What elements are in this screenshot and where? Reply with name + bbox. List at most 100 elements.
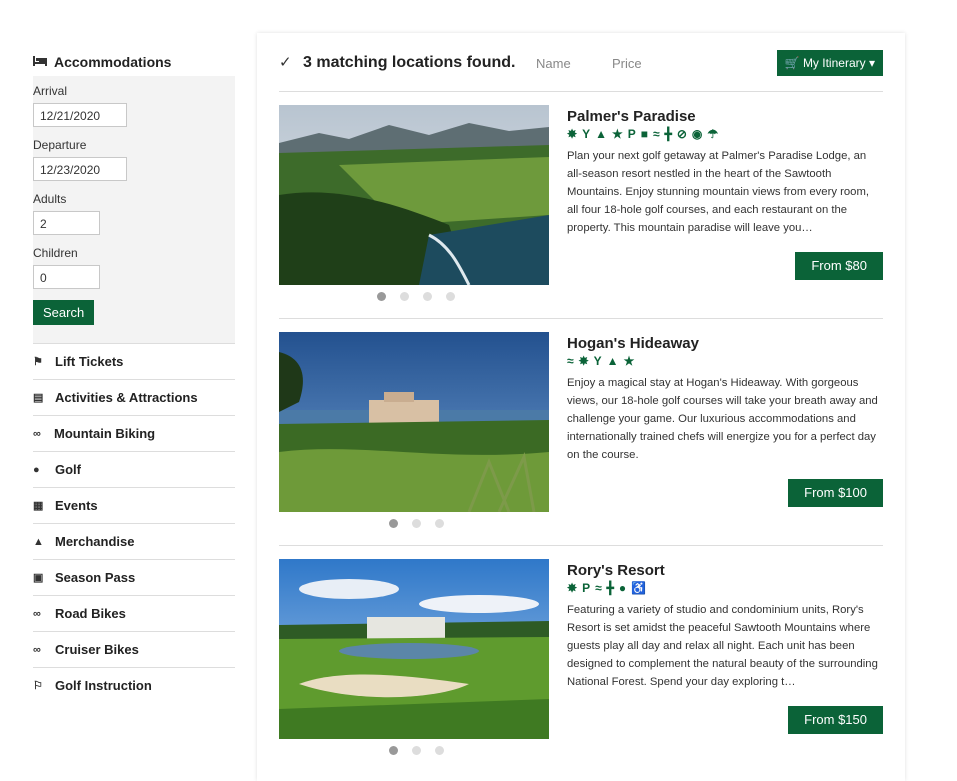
carousel-dot[interactable] [423,292,432,301]
carousel-dot[interactable] [435,519,444,528]
nav-item-label: Cruiser Bikes [55,642,139,657]
resort-photo[interactable] [279,332,549,512]
carousel-dot[interactable] [400,292,409,301]
search-button[interactable]: Search [33,300,95,325]
nav-item-merchandise[interactable]: ▲ Merchandise [33,523,235,559]
price-button[interactable]: From $80 [795,252,883,280]
result-info: Rory's Resort ✸ P ≈ ╋ ● ♿ Featuring a va… [567,559,883,691]
price-button[interactable]: From $150 [788,706,883,734]
shopping-bag-icon: ▲ [33,535,44,548]
resort-photo[interactable] [279,105,549,285]
beach-icon: ☂ [707,127,719,141]
amenity-icons: ≈ ✸ Y ▲ ★ [567,354,883,370]
carousel-dot[interactable] [389,746,398,755]
adults-input[interactable]: 2 [33,211,100,235]
wifi-icon: ≈ [595,581,602,595]
photo-carousel-dots [389,519,458,528]
spa-icon: ✸ [567,127,578,141]
departure-date-input[interactable]: 12/23/2020 [33,157,127,181]
arrival-date-input[interactable]: 12/21/2020 [33,103,127,127]
shirt-icon: ■ [640,127,648,141]
sidebar: Accommodations Arrival 12/21/2020 Depart… [33,48,235,703]
ticket-icon: ▤ [33,392,44,404]
resort-photo[interactable] [279,559,549,739]
fitness-icon: ╋ [606,581,614,595]
checkmark-icon: ✓ [279,54,292,71]
result-card: Hogan's Hideaway ≈ ✸ Y ▲ ★ Enjoy a magic… [279,332,883,546]
pass-card-icon: ▣ [33,572,44,584]
nav-item-label: Golf Instruction [55,678,152,693]
nav-item-label: Mountain Biking [54,426,156,441]
amenity-icons: ✸ P ≈ ╋ ● ♿ [567,581,883,597]
wifi-icon: ≈ [567,354,574,368]
nav-item-mountain-biking[interactable]: ∞ Mountain Biking [33,415,235,451]
cooking-icon: ◉ [691,127,703,141]
accommodations-heading[interactable]: Accommodations [33,48,235,76]
room-service-icon: ▲ [606,354,619,368]
cocktail-icon: Y [582,127,591,141]
no-smoking-icon: ⊘ [676,127,687,141]
parking-icon: P [582,581,591,595]
photo-carousel-dots [377,292,469,301]
nav-item-label: Lift Tickets [55,354,124,369]
nav-item-activities[interactable]: ▤ Activities & Attractions [33,379,235,415]
carousel-dot[interactable] [435,746,444,755]
group-icon: ★ [611,127,623,141]
cocktail-icon: Y [593,354,602,368]
resort-description: Featuring a variety of studio and condom… [567,604,878,688]
carousel-dot[interactable] [389,519,398,528]
results-panel: ✓ 3 matching locations found. Name Price… [257,33,905,781]
cart-icon: 🛒 [784,56,800,70]
price-button[interactable]: From $100 [788,479,883,507]
result-info: Palmer's Paradise ✸ Y ▲ ★ P ■ ≈ ╋ ⊘ ◉ ☂ … [567,105,883,237]
golf-icon: ● [618,581,627,595]
resort-name[interactable]: Rory's Resort [567,562,883,579]
search-form: Arrival 12/21/2020 Departure 12/23/2020 … [33,76,235,343]
carousel-dot[interactable] [377,292,386,301]
children-input[interactable]: 0 [33,265,100,289]
parking-icon: P [627,127,636,141]
children-label: Children [33,246,78,260]
resort-name[interactable]: Hogan's Hideaway [567,335,883,352]
result-card: Rory's Resort ✸ P ≈ ╋ ● ♿ Featuring a va… [279,559,883,772]
nav-item-lift-tickets[interactable]: ⚑ Lift Tickets [33,343,235,379]
resort-description: Enjoy a magical stay at Hogan's Hideaway… [567,377,878,461]
golf-ball-icon: ● [33,463,40,476]
nav-item-events[interactable]: ▦ Events [33,487,235,523]
category-nav: ⚑ Lift Tickets ▤ Activities & Attractions … [33,343,235,703]
room-service-icon: ▲ [595,127,607,141]
resort-name[interactable]: Palmer's Paradise [567,108,883,125]
result-info: Hogan's Hideaway ≈ ✸ Y ▲ ★ Enjoy a magic… [567,332,883,464]
results-toolbar: ✓ 3 matching locations found. Name Price… [279,33,883,92]
arrival-label: Arrival [33,84,68,98]
carousel-dot[interactable] [412,746,421,755]
wifi-icon: ≈ [653,127,660,141]
nav-item-golf-instruction[interactable]: ⚐ Golf Instruction [33,667,235,703]
nav-item-cruiser-bikes[interactable]: ∞ Cruiser Bikes [33,631,235,667]
carousel-dot[interactable] [412,519,421,528]
resort-description: Plan your next golf getaway at Palmer's … [567,150,870,234]
chevron-down-icon: ▾ [868,56,875,70]
adults-label: Adults [33,192,67,206]
nav-item-label: Golf [55,462,81,477]
nav-item-label: Events [55,498,98,513]
sort-by-name[interactable]: Name [536,56,571,71]
nav-item-label: Merchandise [55,534,135,549]
accessible-icon: ♿ [631,581,647,595]
spa-icon: ✸ [567,581,578,595]
sort-by-price[interactable]: Price [612,56,642,71]
bed-icon [33,55,49,69]
results-count: 3 matching locations found. [303,54,516,71]
carousel-dot[interactable] [446,292,455,301]
nav-item-season-pass[interactable]: ▣ Season Pass [33,559,235,595]
tag-icon: ⚑ [33,356,43,368]
nav-item-road-bikes[interactable]: ∞ Road Bikes [33,595,235,631]
flag-icon: ⚐ [33,680,43,692]
itinerary-label: My Itinerary [802,56,866,70]
nav-item-golf[interactable]: ● Golf [33,451,235,487]
my-itinerary-button[interactable]: 🛒 My Itinerary ▾ [776,50,883,76]
spa-icon: ✸ [578,354,589,368]
fitness-icon: ╋ [664,127,672,141]
amenity-icons: ✸ Y ▲ ★ P ■ ≈ ╋ ⊘ ◉ ☂ [567,127,883,143]
calendar-icon: ▦ [33,500,44,512]
